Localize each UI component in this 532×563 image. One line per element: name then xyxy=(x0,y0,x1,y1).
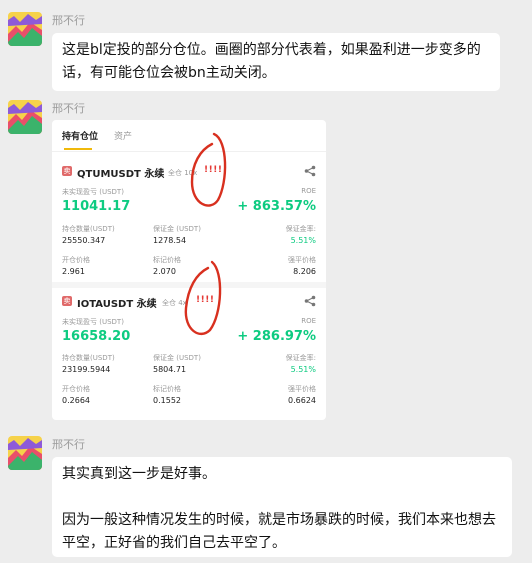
position-card-qtum: 卖 QTUMUSDT 永续 全仓 10x !!!! 未实现盈亏 (USDT) R… xyxy=(52,152,326,286)
entry-price-label: 开仓价格 xyxy=(62,256,90,264)
sender-name: 邢不行 xyxy=(52,14,85,27)
avatar-icon xyxy=(8,12,42,46)
unrealized-pnl: 11041.17 xyxy=(62,199,131,214)
liq-price: 8.206 xyxy=(293,267,316,276)
liq-price-label: 强平价格 xyxy=(288,385,316,393)
liq-price: 0.6624 xyxy=(288,396,316,405)
annotation-exclaim: !!!! xyxy=(204,165,223,175)
position-tabs: 持有仓位 资产 xyxy=(52,120,326,152)
roe-value: + 286.97% xyxy=(237,329,316,344)
entry-price: 2.961 xyxy=(62,267,85,276)
position-size: 25550.347 xyxy=(62,236,106,245)
avatar[interactable] xyxy=(8,100,42,134)
margin-ratio-label: 保证金率: xyxy=(285,354,316,362)
share-icon[interactable] xyxy=(304,295,316,307)
margin-ratio-value: 5.51% xyxy=(290,365,316,374)
share-icon[interactable] xyxy=(304,165,316,177)
sender-name: 邢不行 xyxy=(52,102,85,115)
roe-value: + 863.57% xyxy=(237,199,316,214)
sell-tag: 卖 xyxy=(62,166,72,176)
mark-price-label: 标记价格 xyxy=(153,385,181,393)
message-text: 其实真到这一步是好事。 xyxy=(62,466,216,482)
liq-price-label: 强平价格 xyxy=(288,256,316,264)
position-symbol: QTUMUSDT 永续 xyxy=(77,169,165,180)
avatar-icon xyxy=(8,436,42,470)
margin-label: 保证金 (USDT) xyxy=(153,354,201,362)
margin-ratio-value: 5.51% xyxy=(290,236,316,245)
mark-price-label: 标记价格 xyxy=(153,256,181,264)
leverage-label: 全仓 4x xyxy=(162,299,187,307)
size-label: 持仓数量(USDT) xyxy=(62,225,115,233)
avatar-icon xyxy=(8,100,42,134)
position-card-iota: 卖 IOTAUSDT 永续 全仓 4x !!!! 未实现盈亏 (USDT) RO… xyxy=(52,286,326,420)
mark-price: 0.1552 xyxy=(153,396,181,405)
pnl-label: 未实现盈亏 (USDT) xyxy=(62,318,124,326)
margin-value: 1278.54 xyxy=(153,236,187,245)
tab-assets[interactable]: 资产 xyxy=(114,129,132,142)
pnl-label: 未实现盈亏 (USDT) xyxy=(62,188,124,196)
position-size: 23199.5944 xyxy=(62,365,111,374)
sell-tag: 卖 xyxy=(62,296,72,306)
sender-name: 邢不行 xyxy=(52,438,85,451)
positions-screenshot-image[interactable]: 持有仓位 资产 卖 QTUMUSDT 永续 全仓 10x !!!! 未实现盈亏 … xyxy=(52,120,326,420)
tab-positions[interactable]: 持有仓位 xyxy=(62,129,98,142)
entry-price-label: 开仓价格 xyxy=(62,385,90,393)
roe-label: ROE xyxy=(301,187,316,195)
entry-price: 0.2664 xyxy=(62,396,90,405)
leverage-label: 全仓 10x xyxy=(168,169,198,177)
margin-ratio-label: 保证金率: xyxy=(285,225,316,233)
mark-price: 2.070 xyxy=(153,267,176,276)
avatar[interactable] xyxy=(8,12,42,46)
active-tab-indicator xyxy=(64,148,92,150)
margin-value: 5804.71 xyxy=(153,365,187,374)
roe-label: ROE xyxy=(301,317,316,325)
size-label: 持仓数量(USDT) xyxy=(62,354,115,362)
message-text: 这是bl定投的部分仓位。画圈的部分代表着，如果盈利进一步变多的话，有可能仓位会被… xyxy=(62,42,481,81)
avatar[interactable] xyxy=(8,436,42,470)
message-bubble[interactable]: 其实真到这一步是好事。 因为一般这种情况发生的时候，就是市场暴跌的时候，我们本来… xyxy=(52,457,512,557)
annotation-exclaim: !!!! xyxy=(196,295,215,305)
margin-label: 保证金 (USDT) xyxy=(153,225,201,233)
unrealized-pnl: 16658.20 xyxy=(62,329,131,344)
message-bubble[interactable]: 这是bl定投的部分仓位。画圈的部分代表着，如果盈利进一步变多的话，有可能仓位会被… xyxy=(52,33,500,91)
message-text: 因为一般这种情况发生的时候，就是市场暴跌的时候，我们本来也想去平空，正好省的我们… xyxy=(62,512,496,551)
position-symbol: IOTAUSDT 永续 xyxy=(77,299,157,310)
